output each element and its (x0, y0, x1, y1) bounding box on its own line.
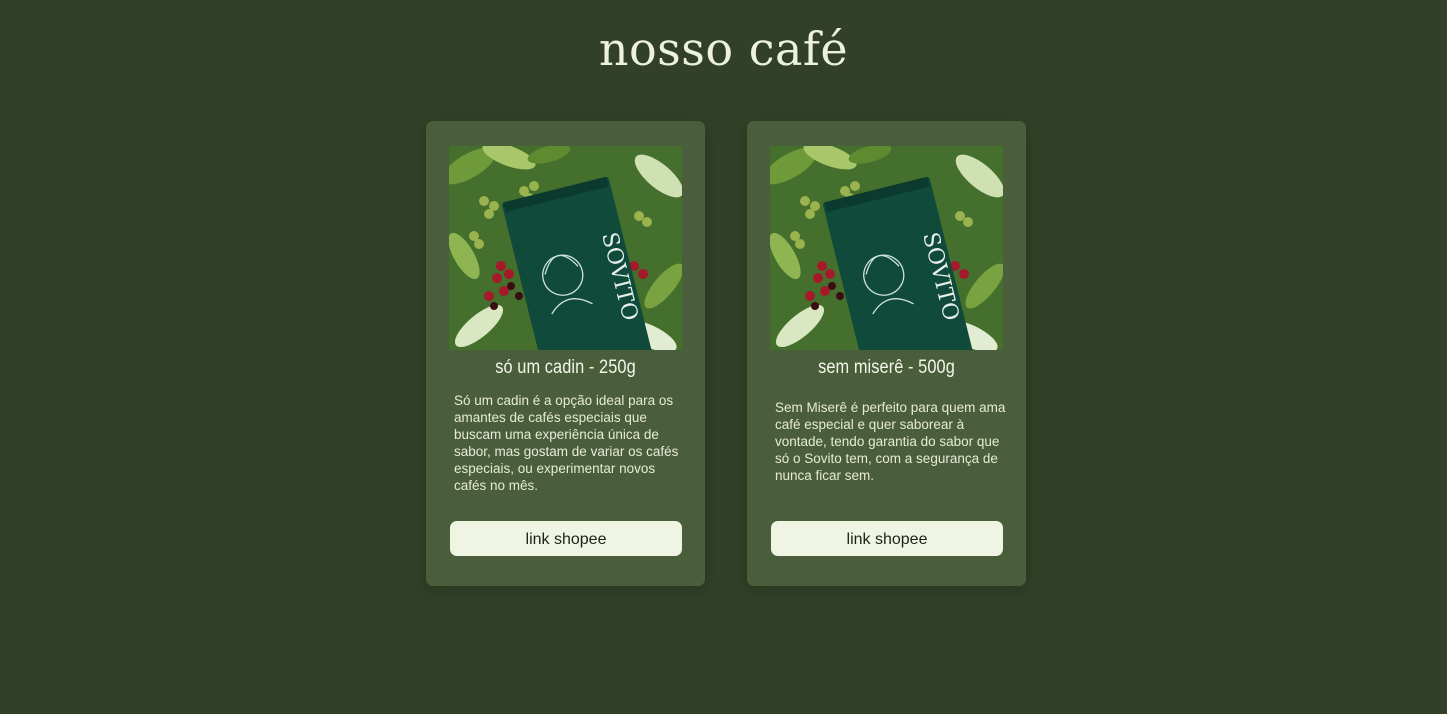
shopee-link-button[interactable]: link shopee (450, 521, 682, 556)
coffee-bag-photo-icon: SOVITO (449, 146, 682, 350)
product-title: só um cadin - 250g (495, 357, 636, 378)
product-image: SOVITO (449, 146, 682, 350)
shopee-link-button[interactable]: link shopee (771, 521, 1003, 556)
product-card-250g: SOVITO só um cadin - 250g Só um cadin é … (426, 121, 705, 586)
coffee-bag-photo-icon: SOVITO (770, 146, 1003, 350)
page-title: nosso café (598, 22, 849, 76)
product-card-500g: SOVITO sem miserê - 500g Sem Miserê é pe… (747, 121, 1026, 586)
product-title: sem miserê - 500g (818, 357, 955, 378)
product-description: Sem Miserê é perfeito para quem ama café… (775, 400, 1006, 483)
product-description: Só um cadin é a opção ideal para os aman… (454, 393, 679, 493)
product-image: SOVITO (770, 146, 1003, 350)
